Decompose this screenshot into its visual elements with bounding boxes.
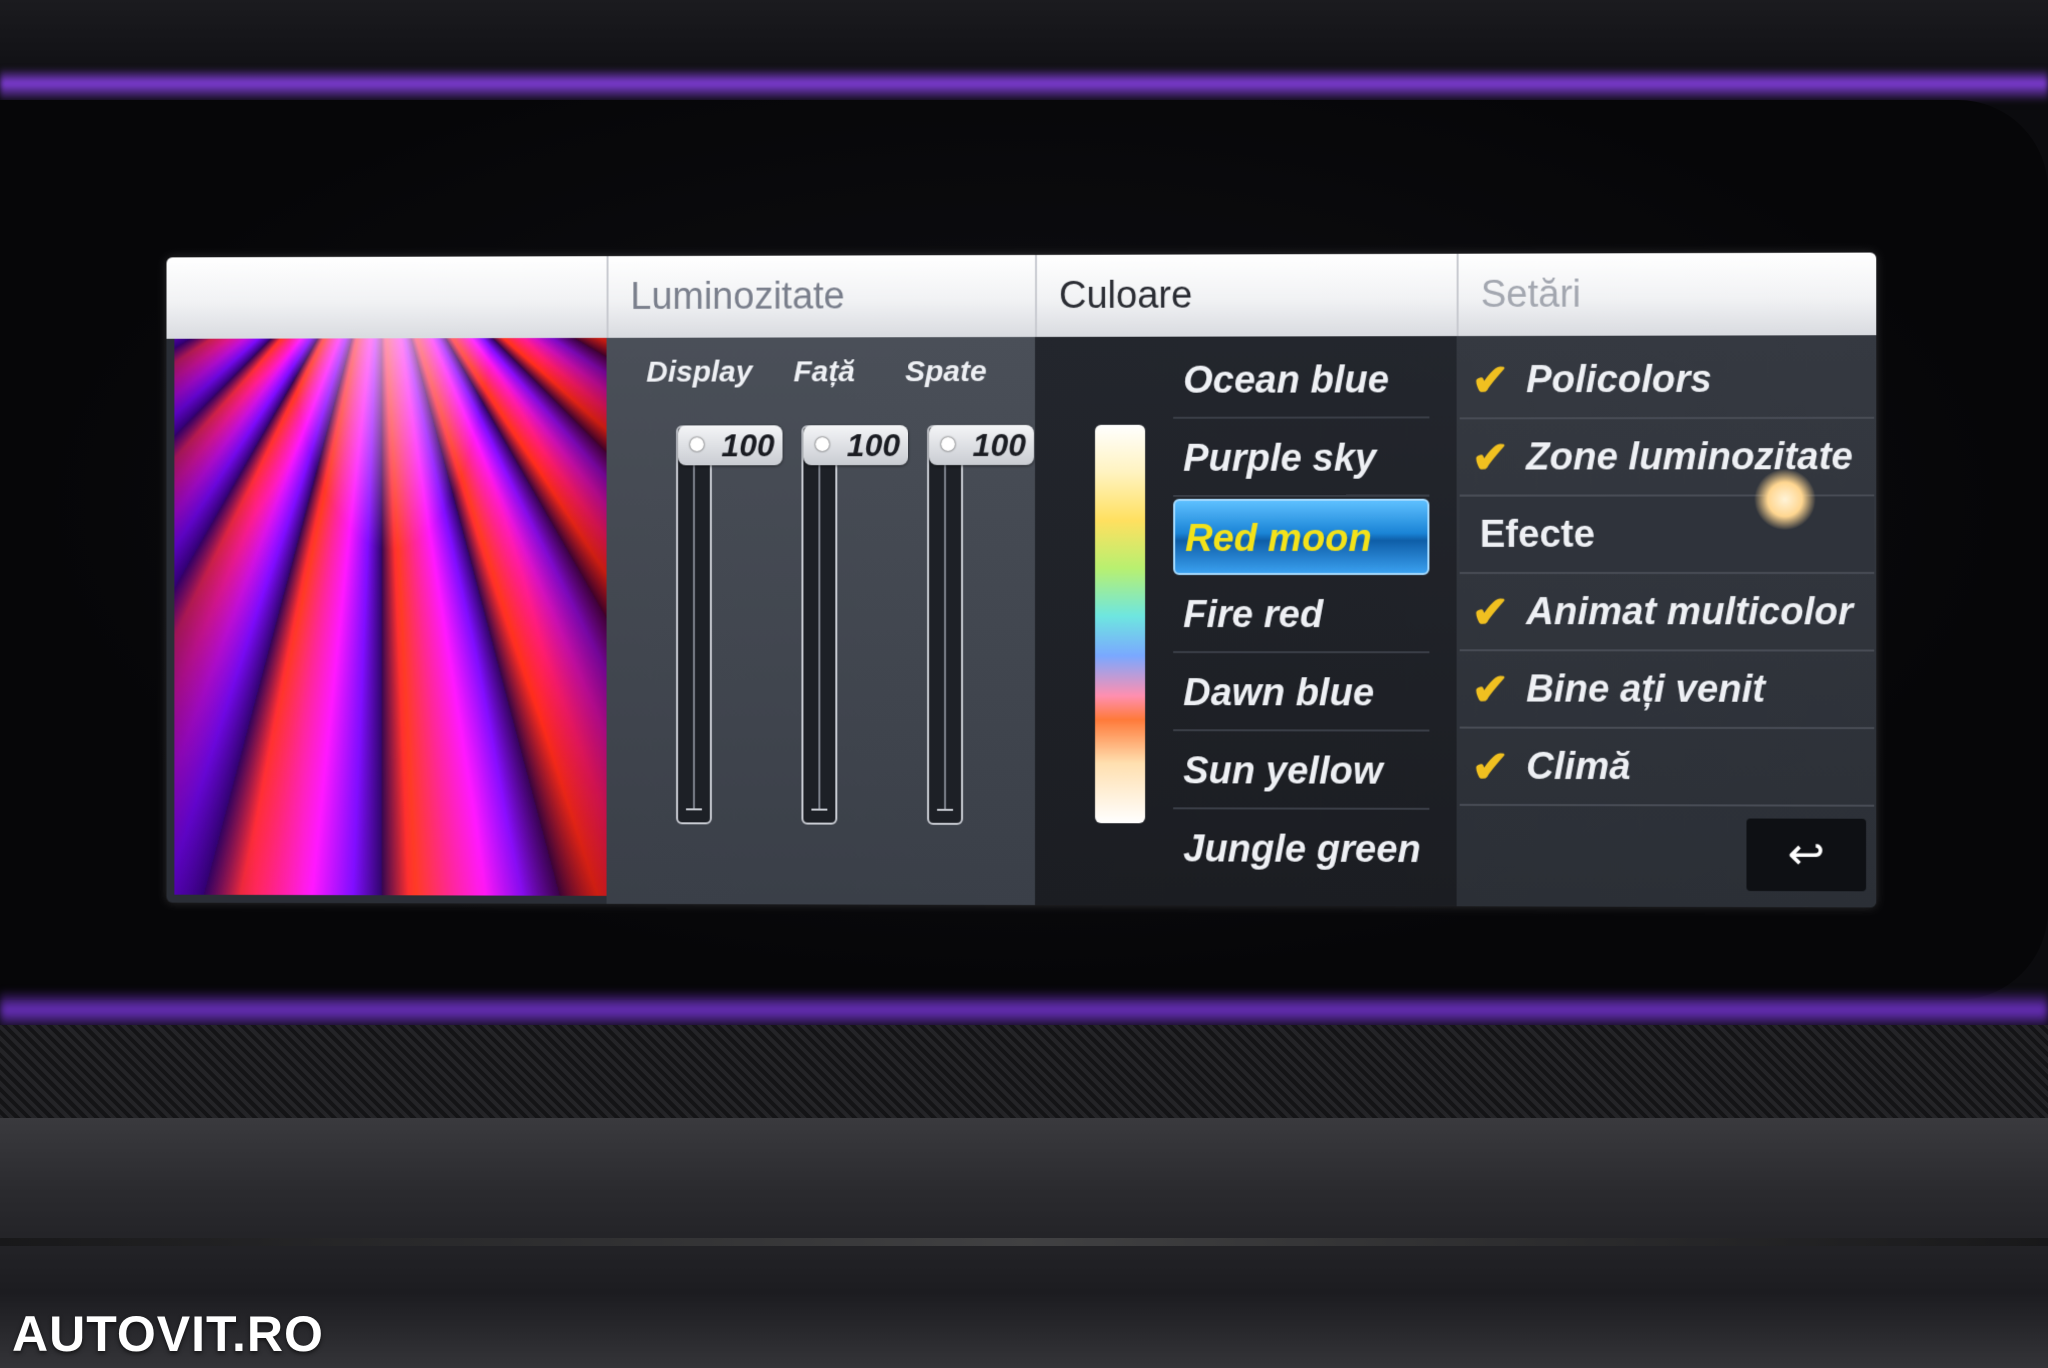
slider-label-fata: Față xyxy=(793,355,854,389)
checkmark-icon: ✔ xyxy=(1472,342,1509,419)
checkmark-icon: ✔ xyxy=(1472,419,1509,496)
color-item-sun-yellow[interactable]: Sun yellow xyxy=(1173,733,1429,810)
carbon-fiber-trim xyxy=(0,1025,2048,1120)
setting-label: Bine ați venit xyxy=(1526,668,1765,710)
color-item-dawn-blue[interactable]: Dawn blue xyxy=(1173,655,1429,731)
screen-glare-reflection xyxy=(1755,469,1816,529)
checkmark-icon: ✔ xyxy=(1472,574,1509,651)
fata-slider-track[interactable] xyxy=(801,425,837,824)
display-slider-knob[interactable]: 100 xyxy=(678,425,782,465)
color-item-purple-sky[interactable]: Purple sky xyxy=(1173,420,1429,496)
setting-policolors[interactable]: ✔ Policolors xyxy=(1460,341,1875,419)
spate-slider-value: 100 xyxy=(973,427,1026,464)
display-slider-track[interactable] xyxy=(676,425,712,824)
setting-label: Policolors xyxy=(1526,359,1712,402)
color-item-ocean-blue[interactable]: Ocean blue xyxy=(1173,342,1429,419)
spate-slider-track[interactable] xyxy=(927,425,963,825)
ambient-light-strip-bottom xyxy=(0,990,2048,1030)
color-spectrum-bar[interactable] xyxy=(1095,425,1145,823)
color-item-jungle-green[interactable]: Jungle green xyxy=(1173,811,1429,888)
ambient-light-strip-top xyxy=(0,68,2048,102)
back-button[interactable]: ↩ xyxy=(1746,819,1866,892)
tab-bar: Luminozitate Culoare Setări xyxy=(167,253,1877,339)
knob-dot xyxy=(941,437,955,451)
fata-slider-knob[interactable]: 100 xyxy=(803,425,908,465)
color-preview-image xyxy=(174,338,606,896)
tab-culoare[interactable]: Culoare xyxy=(1035,254,1457,337)
display-slider-value: 100 xyxy=(721,427,774,464)
ambient-lighting-screen: Luminozitate Culoare Setări Display Față… xyxy=(167,253,1877,908)
setting-label: Zone luminozitate xyxy=(1526,436,1853,479)
checkmark-icon: ✔ xyxy=(1472,729,1509,806)
tab-setari[interactable]: Setări xyxy=(1457,253,1877,337)
setting-clima[interactable]: ✔ Climă xyxy=(1460,729,1875,807)
back-arrow-icon: ↩ xyxy=(1788,830,1825,879)
fata-slider-value: 100 xyxy=(847,427,900,464)
color-item-red-moon[interactable]: Red moon xyxy=(1173,499,1429,575)
color-item-fire-red[interactable]: Fire red xyxy=(1173,577,1429,653)
setting-label: Climă xyxy=(1526,746,1630,788)
checkmark-icon: ✔ xyxy=(1472,651,1509,728)
knob-dot xyxy=(690,437,704,451)
section-label: Efecte xyxy=(1480,514,1595,556)
slider-label-spate: Spate xyxy=(905,355,987,389)
watermark-logo: AUTOVIT.RO xyxy=(12,1305,324,1363)
setting-bine-ati-venit[interactable]: ✔ Bine ați venit xyxy=(1460,651,1875,729)
setting-animat-multicolor[interactable]: ✔ Animat multicolor xyxy=(1460,574,1875,652)
spate-slider-knob[interactable]: 100 xyxy=(929,425,1034,465)
setting-label: Animat multicolor xyxy=(1526,591,1853,633)
knob-dot xyxy=(815,437,829,451)
tab-preview[interactable] xyxy=(167,256,607,339)
tab-luminozitate[interactable]: Luminozitate xyxy=(607,255,1035,338)
slider-label-display: Display xyxy=(646,356,752,390)
brightness-panel: Display Față Spate 100 100 100 xyxy=(607,337,1035,905)
